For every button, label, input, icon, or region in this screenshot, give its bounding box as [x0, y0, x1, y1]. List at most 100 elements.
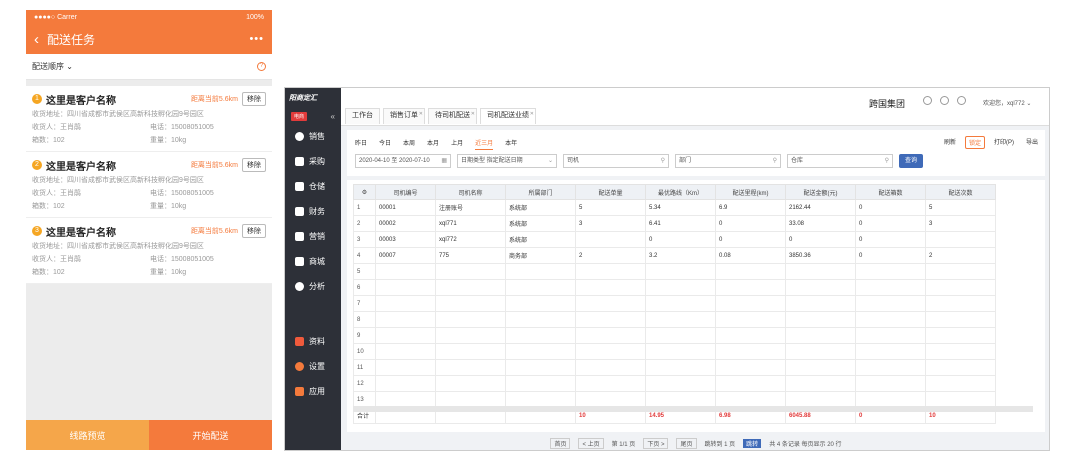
date-range-input[interactable]: 2020-04-10 至 2020-07-10 ▦: [355, 154, 451, 168]
date-shortcut[interactable]: 今日: [379, 138, 391, 150]
table-row[interactable]: 1 00001 注册账号 系统部 5 5.34 6.9 2162.44 0 5: [353, 199, 996, 216]
sidebar-item[interactable]: 资料: [285, 329, 341, 354]
date-shortcut[interactable]: 近三月: [475, 138, 494, 150]
customer-name: 这里是客户名称: [46, 95, 116, 107]
table-row[interactable]: 12: [353, 375, 996, 392]
table-cell: xql772: [435, 231, 506, 248]
table-cell: [375, 343, 436, 360]
table-row[interactable]: 4 00007 775 商务部 2 3.2 0.08 3850.36 0 2: [353, 247, 996, 264]
sidebar-item[interactable]: 分析: [285, 274, 341, 299]
remove-button[interactable]: 移除: [242, 224, 266, 238]
table-cell: [375, 327, 436, 344]
remove-button[interactable]: 移除: [242, 92, 266, 106]
column-header[interactable]: 配送里程(km): [715, 184, 786, 200]
table-cell: [435, 375, 506, 392]
table-row[interactable]: 8: [353, 311, 996, 328]
driver-input[interactable]: 司机 ⚲: [563, 154, 669, 168]
query-button[interactable]: 查询: [899, 154, 924, 168]
top-icons: [923, 96, 974, 105]
date-shortcut[interactable]: 上月: [451, 138, 463, 150]
table-row[interactable]: 3 00003 xql772 系统部 0 0 0 0: [353, 231, 996, 248]
table-row[interactable]: 9: [353, 327, 996, 344]
jump-button[interactable]: 跳转: [743, 438, 762, 448]
print-button[interactable]: 打印(P): [991, 136, 1017, 149]
task-card[interactable]: 3 这里是客户名称 距离当前5.6km 移除 收货地址：四川省成都市武侯区高新科技孵化园…: [26, 218, 272, 284]
weight-text: 重量：10kg: [150, 137, 187, 144]
table-row[interactable]: 7: [353, 295, 996, 312]
dept-input[interactable]: 部门 ⚲: [675, 154, 781, 168]
bell-icon[interactable]: [957, 96, 966, 105]
message-icon[interactable]: [923, 96, 932, 105]
phone-text: 电话：15008051005: [150, 124, 214, 131]
collapse-icon[interactable]: «: [331, 112, 335, 121]
tab[interactable]: 待司机配送 ✕: [428, 108, 477, 124]
table-row[interactable]: 10: [353, 343, 996, 360]
column-header[interactable]: 配送金额(元): [785, 184, 856, 200]
column-header[interactable]: 司机名称: [435, 184, 506, 200]
start-delivery-button[interactable]: 开始配送: [149, 420, 272, 450]
sort-dropdown[interactable]: 配送顺序 ⌄: [32, 61, 73, 72]
warehouse-input[interactable]: 仓库 ⚲: [787, 154, 893, 168]
horizontal-scrollbar[interactable]: [353, 406, 1033, 412]
more-icon[interactable]: •••: [249, 33, 264, 45]
sidebar-item[interactable]: 仓储: [285, 174, 341, 199]
driver-placeholder: 司机: [567, 158, 580, 164]
lock-button[interactable]: 锁定: [964, 136, 985, 149]
column-header[interactable]: 配送单量: [575, 184, 646, 200]
download-icon[interactable]: [940, 96, 949, 105]
sidebar-item[interactable]: 采购: [285, 149, 341, 174]
table-cell: [645, 311, 716, 328]
table-row[interactable]: 5: [353, 263, 996, 280]
date-shortcut[interactable]: 本年: [505, 138, 517, 150]
jump-to-page[interactable]: 跳转到 1 页: [705, 439, 736, 448]
close-icon[interactable]: ✕: [419, 107, 423, 121]
store-tag[interactable]: 电商: [291, 111, 308, 121]
sidebar-item-label: 营销: [309, 232, 325, 241]
tab[interactable]: 司机配送业绩 ✕: [480, 108, 536, 124]
table-row[interactable]: 6: [353, 279, 996, 296]
refresh-button[interactable]: 刷新: [941, 136, 959, 149]
column-header[interactable]: 最优路线（Km）: [645, 184, 716, 200]
date-shortcut[interactable]: 昨日: [355, 138, 367, 150]
table-cell: 3: [925, 215, 996, 232]
sidebar-item[interactable]: 设置: [285, 354, 341, 379]
sidebar-item[interactable]: 商城: [285, 249, 341, 274]
column-header[interactable]: 配送次数: [925, 184, 996, 200]
remove-button[interactable]: 移除: [242, 158, 266, 172]
sidebar-item[interactable]: 财务: [285, 199, 341, 224]
user-menu[interactable]: 欢迎您，xql772 ⌄: [983, 98, 1031, 107]
sidebar-item[interactable]: 销售: [285, 124, 341, 149]
table-header: ⚙ 司机编号 司机名称 所属部门 配送单量 最优路线（Km） 配送里程(km) 配送金额(元)…: [353, 184, 996, 200]
column-header[interactable]: 所属部门: [505, 184, 576, 200]
back-icon[interactable]: ‹: [34, 31, 39, 48]
task-card[interactable]: 2 这里是客户名称 距离当前5.6km 移除 收货地址：四川省成都市武侯区高新科技孵化园…: [26, 152, 272, 218]
logo: 阳商定汇: [289, 95, 317, 102]
close-icon[interactable]: ✕: [530, 107, 534, 121]
table-row[interactable]: 11: [353, 359, 996, 376]
date-shortcut[interactable]: 本月: [427, 138, 439, 150]
column-header[interactable]: 司机编号: [375, 184, 436, 200]
results-table: ⚙ 司机编号 司机名称 所属部门 配送单量 最优路线（Km） 配送里程(km) 配送金额(元)…: [353, 184, 996, 424]
tab[interactable]: 销售订单 ✕: [383, 108, 425, 124]
export-button[interactable]: 导出: [1023, 136, 1041, 149]
column-header[interactable]: 配送箱数: [855, 184, 926, 200]
table-cell: [715, 263, 786, 280]
table-row[interactable]: 2 00002 xql771 系统部 3 6.41 0 33.08 0 3: [353, 215, 996, 232]
last-page-button[interactable]: 尾页: [676, 437, 697, 449]
dept-placeholder: 部门: [679, 158, 692, 164]
help-icon[interactable]: ?: [257, 62, 266, 71]
route-preview-button[interactable]: 线路预览: [26, 420, 149, 450]
settings-icon[interactable]: ⚙: [353, 184, 376, 200]
sidebar-item[interactable]: 营销: [285, 224, 341, 249]
first-page-button[interactable]: 首页: [550, 437, 571, 449]
table-cell: [855, 359, 926, 376]
prev-page-button[interactable]: < 上页: [578, 437, 604, 449]
next-page-button[interactable]: 下页 >: [643, 437, 669, 449]
sidebar-item[interactable]: 应用: [285, 379, 341, 404]
date-shortcut[interactable]: 本周: [403, 138, 415, 150]
tab[interactable]: 工作台: [345, 108, 380, 124]
table-cell: [925, 311, 996, 328]
date-type-select[interactable]: 日期类型 指定配送日期 ⌄: [457, 154, 557, 168]
task-card[interactable]: 1 这里是客户名称 距离当前5.6km 移除 收货地址：四川省成都市武侯区高新科技孵化园…: [26, 86, 272, 152]
close-icon[interactable]: ✕: [471, 107, 475, 121]
